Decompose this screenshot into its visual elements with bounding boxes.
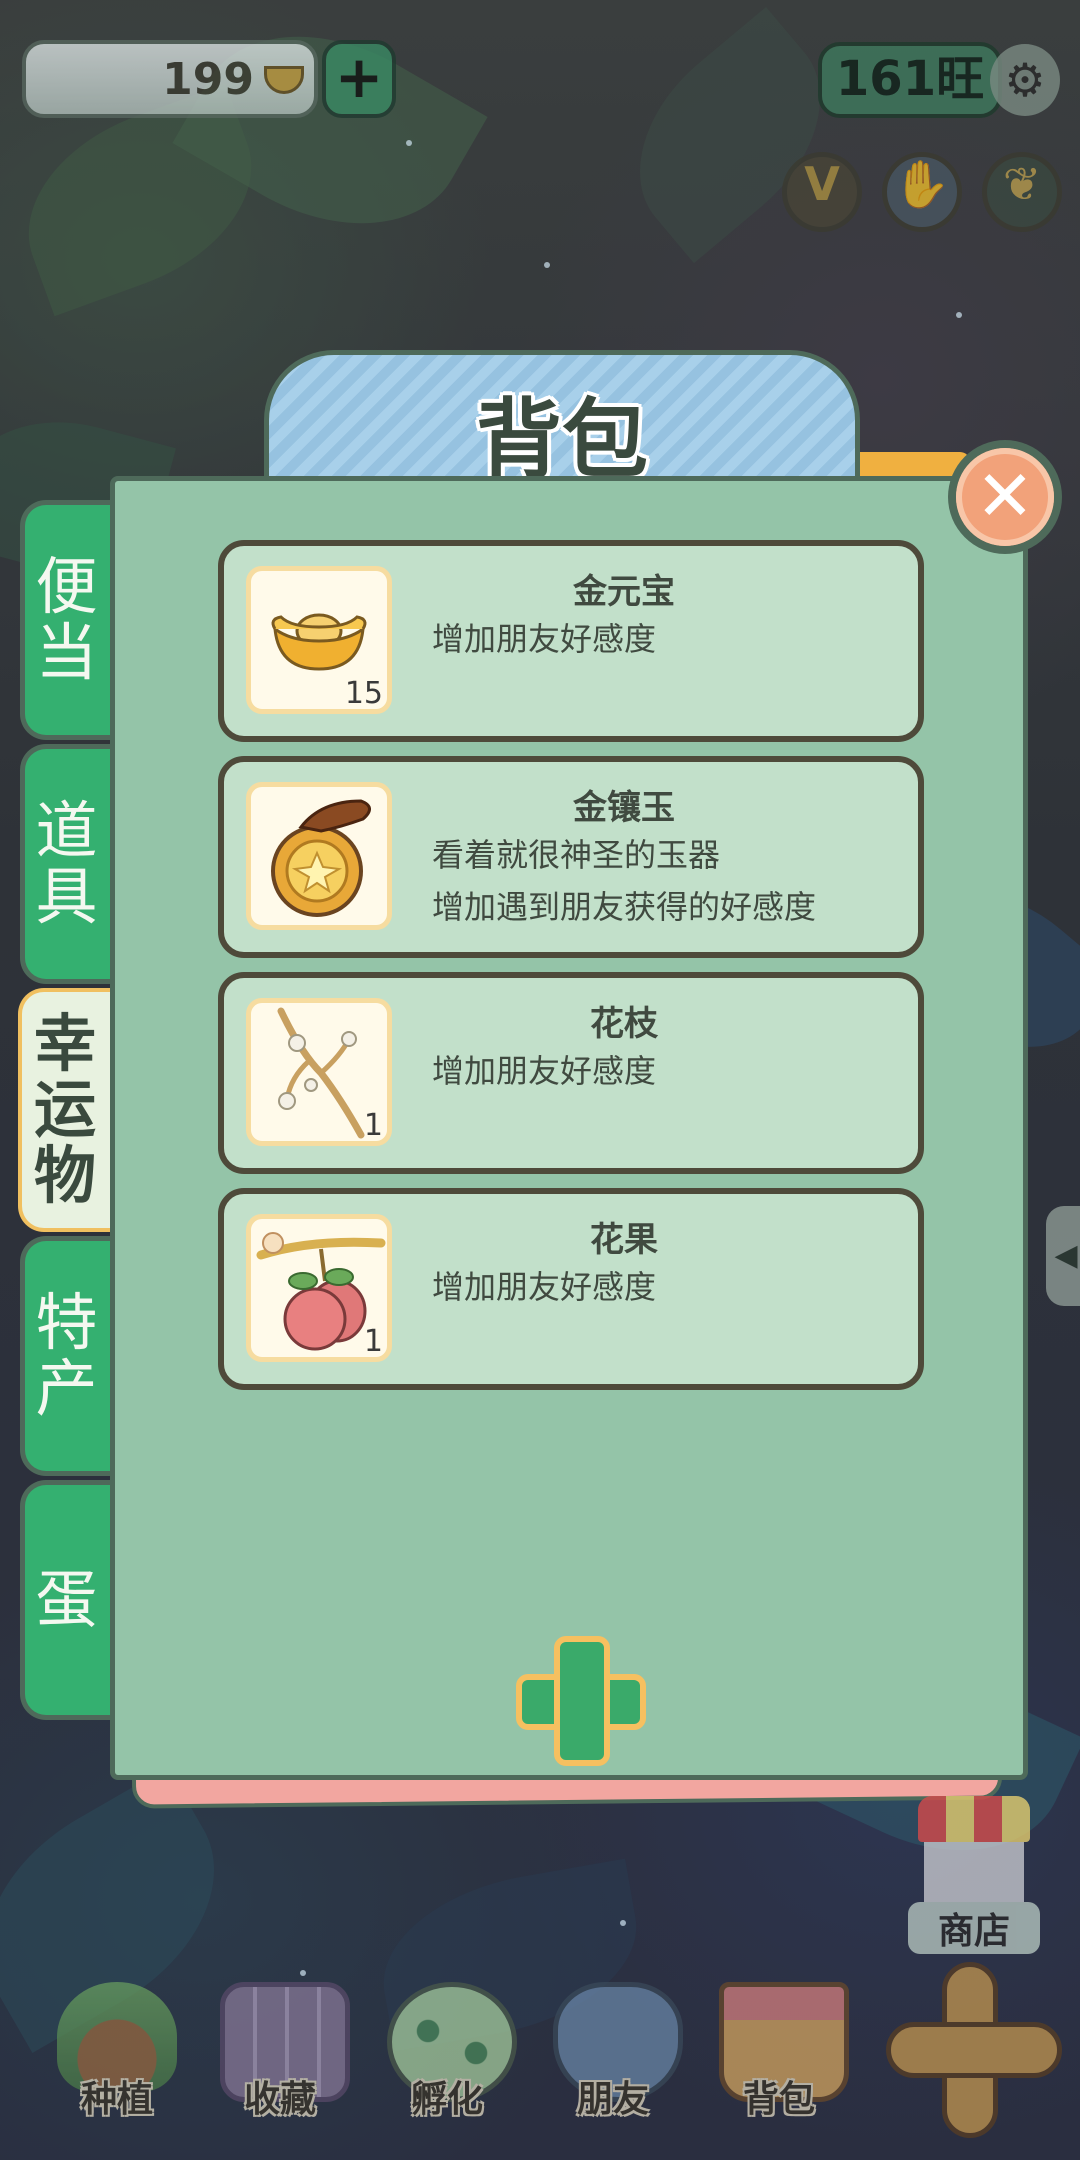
shop-icon: [918, 1796, 1030, 1842]
item-name: 花果: [590, 1220, 658, 1260]
item-card-gold-jade[interactable]: 金镶玉 看着就很神圣的玉器 增加遇到朋友获得的好感度: [218, 756, 924, 958]
vip-button[interactable]: V: [782, 152, 862, 232]
item-description: 增加朋友好感度: [432, 620, 657, 658]
gold-ingot-icon: [264, 66, 304, 94]
item-name: 金元宝: [573, 572, 675, 612]
item-description: 增加朋友好感度: [432, 1268, 657, 1306]
shop-label: 商店: [908, 1902, 1040, 1954]
item-name: 花枝: [590, 1004, 658, 1044]
item-thumbnail: [246, 782, 392, 930]
item-quantity: 1: [363, 1324, 383, 1359]
tab-bento[interactable]: 便 当: [20, 500, 120, 740]
nav-label: 背包: [742, 2079, 815, 2120]
tab-egg[interactable]: 蛋: [20, 1480, 120, 1720]
nav-backpack[interactable]: 背包: [704, 1972, 854, 2122]
item-thumbnail: 1: [246, 1214, 392, 1362]
nav-label: 种植: [80, 2079, 153, 2120]
add-item-button[interactable]: [510, 1630, 646, 1766]
close-button[interactable]: ✕: [948, 440, 1062, 554]
item-quantity: 15: [344, 676, 383, 711]
nav-hatch[interactable]: 孵化: [372, 1972, 522, 2122]
add-currency-button[interactable]: +: [322, 40, 396, 118]
gold-jade-amulet-icon: [271, 799, 371, 917]
expand-arrow-button[interactable]: ◀: [1046, 1206, 1080, 1306]
item-thumbnail: 15: [246, 566, 392, 714]
item-thumbnail: 1: [246, 998, 392, 1146]
item-description: 增加朋友好感度: [432, 1052, 657, 1090]
item-description: 增加遇到朋友获得的好感度: [432, 888, 817, 926]
item-quantity: 1: [363, 1108, 383, 1143]
currency-value: 199: [162, 54, 254, 105]
item-card-flower-fruit[interactable]: 1 花果 增加朋友好感度: [218, 1188, 924, 1390]
wang-counter: 161旺: [818, 42, 1002, 118]
gear-icon[interactable]: ⚙: [990, 44, 1060, 116]
nav-collection[interactable]: 收藏: [205, 1972, 355, 2122]
close-icon: ✕: [956, 448, 1054, 546]
nav-label: 孵化: [410, 2079, 483, 2120]
item-card-flower-branch[interactable]: 1 花枝 增加朋友好感度: [218, 972, 924, 1174]
hand-button[interactable]: ✋: [882, 152, 962, 232]
ginkgo-button[interactable]: ❦: [982, 152, 1062, 232]
item-description: 看着就很神圣的玉器: [432, 836, 721, 874]
tab-lucky-items[interactable]: 幸 运 物: [18, 988, 120, 1232]
nav-friends[interactable]: 朋友: [538, 1972, 688, 2122]
shop-button[interactable]: 商店: [908, 1796, 1040, 1954]
main-action-button[interactable]: [886, 1962, 1062, 2138]
nav-label: 收藏: [243, 2079, 316, 2120]
tab-specialty[interactable]: 特 产: [20, 1236, 120, 1476]
nav-planting[interactable]: 种植: [42, 1972, 192, 2122]
tab-props[interactable]: 道 具: [20, 744, 120, 984]
item-card-gold-ingot[interactable]: 15 金元宝 增加朋友好感度: [218, 540, 924, 742]
nav-label: 朋友: [576, 2079, 649, 2120]
item-name: 金镶玉: [573, 788, 675, 828]
currency-counter: 199: [22, 40, 318, 118]
